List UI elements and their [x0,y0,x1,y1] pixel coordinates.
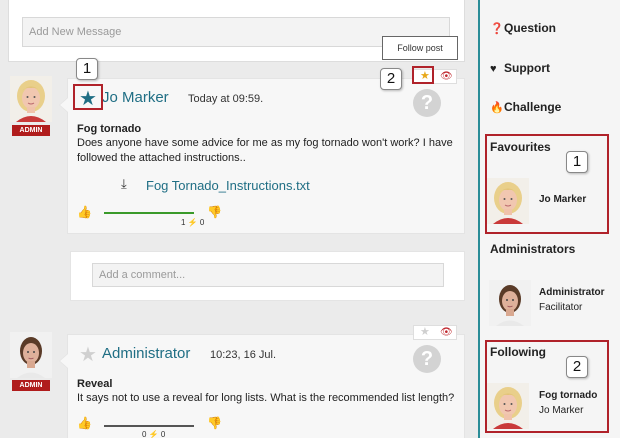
follow-post-tooltip: Follow post [382,36,458,60]
callout-1: 1 [76,58,98,80]
vote-count: 0 ⚡ 0 [142,430,166,438]
admin-badge: ADMIN [12,125,50,136]
sidebar-item-challenge[interactable]: 🔥Challenge [490,100,561,114]
thumbs-down-icon[interactable]: 👎 [207,205,222,219]
administrator-name[interactable]: Administrator [539,287,605,298]
question-type-icon: ? [413,89,441,117]
post-title: Reveal [77,378,113,390]
callout-2: 2 [566,356,588,378]
follow-highlight [412,66,434,84]
admin-badge: ADMIN [12,380,50,391]
vote-bar [104,212,194,214]
thumbs-up-icon[interactable]: 👍 [77,416,92,430]
follow-star-icon[interactable]: ★ [420,326,430,339]
hide-eye-icon[interactable]: 👁 [440,70,453,83]
vote-bar-fill [104,212,194,214]
question-type-icon: ? [413,345,441,373]
download-icon[interactable]: ⤓ [121,176,127,192]
thumbs-down-icon[interactable]: 👎 [207,416,222,430]
callout-2: 2 [380,68,402,90]
sidebar-item-question[interactable]: ❓Question [490,21,556,35]
post-time: 10:23, 16 Jul. [210,349,277,361]
post-body: Does anyone have some advice for me as m… [77,137,453,164]
post-author[interactable]: Administrator [102,345,190,362]
favourite-highlight [73,84,103,110]
vote-bar [104,425,194,427]
sidebar-item-label: Challenge [504,100,562,114]
avatar-jo-marker[interactable] [10,76,52,122]
post-actions: ★ 👁 [413,325,457,340]
administrator-avatar[interactable] [489,280,531,326]
sidebar-item-label: Question [504,21,557,35]
message-feed: ADMIN ★ Jo Marker Today at 09:59. ★ 👁 ? … [0,0,478,438]
favourite-star-icon[interactable]: ★ [79,345,97,365]
avatar-administrator[interactable] [10,332,52,378]
hide-eye-icon[interactable]: 👁 [440,326,453,339]
sidebar-item-support[interactable]: ♥ Support [490,61,550,75]
comment-input[interactable] [92,263,444,287]
post-card: ★ Jo Marker Today at 09:59. ★ 👁 ? Fog to… [59,69,465,234]
following-highlight [485,340,609,433]
post-card: ★ Administrator 10:23, 16 Jul. ★ 👁 ? Rev… [59,325,465,438]
attachment-link[interactable]: Fog Tornado_Instructions.txt [146,178,310,193]
vote-count: 1 ⚡ 0 [181,218,205,227]
flame-icon: 🔥 [490,102,504,114]
post-time: Today at 09:59. [188,93,264,105]
post-title: Fog tornado [77,123,142,135]
thumbs-up-icon[interactable]: 👍 [77,205,92,219]
sidebar-item-label: Support [504,61,550,75]
heart-icon: ♥ [490,63,497,75]
sidebar: ❓Question ♥ Support 🔥Challenge Favourites… [478,0,620,438]
question-circle-icon: ❓ [490,23,504,35]
favourites-highlight [485,134,609,234]
callout-1: 1 [566,151,588,173]
administrators-heading: Administrators [490,242,576,256]
administrator-role: Facilitator [539,302,583,313]
post-body: It says not to use a reveal for long lis… [77,392,455,404]
post-author[interactable]: Jo Marker [102,89,169,106]
comment-panel [70,251,465,301]
